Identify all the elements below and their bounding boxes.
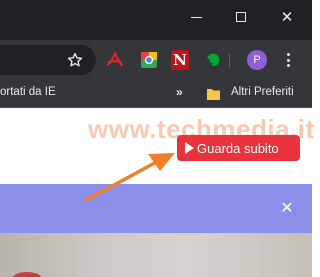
three-dots-menu-icon[interactable] (282, 51, 294, 69)
other-bookmarks-folder[interactable]: Altri Preferiti (231, 86, 294, 98)
address-bar[interactable] (0, 45, 96, 75)
close-window-button[interactable]: ✕ (264, 0, 310, 34)
bookmarks-bar: ortati da IE » Altri Preferiti (0, 82, 312, 108)
profile-avatar[interactable]: P (247, 50, 267, 70)
chrome-extension-icon[interactable] (140, 50, 158, 70)
evernote-icon[interactable] (205, 50, 223, 70)
menu-dot (286, 64, 290, 67)
maximize-icon (236, 12, 246, 22)
watch-now-label: Guarda subito (197, 140, 279, 156)
toolbar-divider (229, 54, 230, 68)
notification-banner: ✕ (0, 184, 312, 233)
minimize-icon (190, 16, 202, 18)
close-icon: ✕ (280, 9, 294, 26)
minimize-button[interactable] (173, 0, 219, 34)
bookmark-folder-imported[interactable]: ortati da IE (0, 86, 56, 98)
window-titlebar: ✕ (0, 0, 312, 40)
browser-toolbar: N P (0, 40, 312, 82)
page-header-area: www.techmedia.it Guarda subito (0, 109, 314, 184)
menu-dot (286, 53, 290, 56)
banner-close-icon[interactable]: ✕ (279, 201, 295, 217)
watch-now-button[interactable]: Guarda subito (177, 135, 300, 161)
play-icon (185, 142, 194, 154)
web-page: www.techmedia.it Guarda subito ✕ (0, 109, 314, 277)
bookmarks-overflow-icon[interactable]: » (176, 85, 183, 99)
image-red-detail (12, 272, 42, 277)
n-extension-icon[interactable]: N (171, 50, 189, 70)
pdf-icon[interactable] (106, 50, 124, 70)
bookmark-star-icon[interactable] (66, 51, 84, 69)
page-image (0, 233, 312, 277)
menu-dot (286, 58, 290, 62)
maximize-button[interactable] (218, 0, 264, 34)
folder-icon (207, 89, 220, 100)
